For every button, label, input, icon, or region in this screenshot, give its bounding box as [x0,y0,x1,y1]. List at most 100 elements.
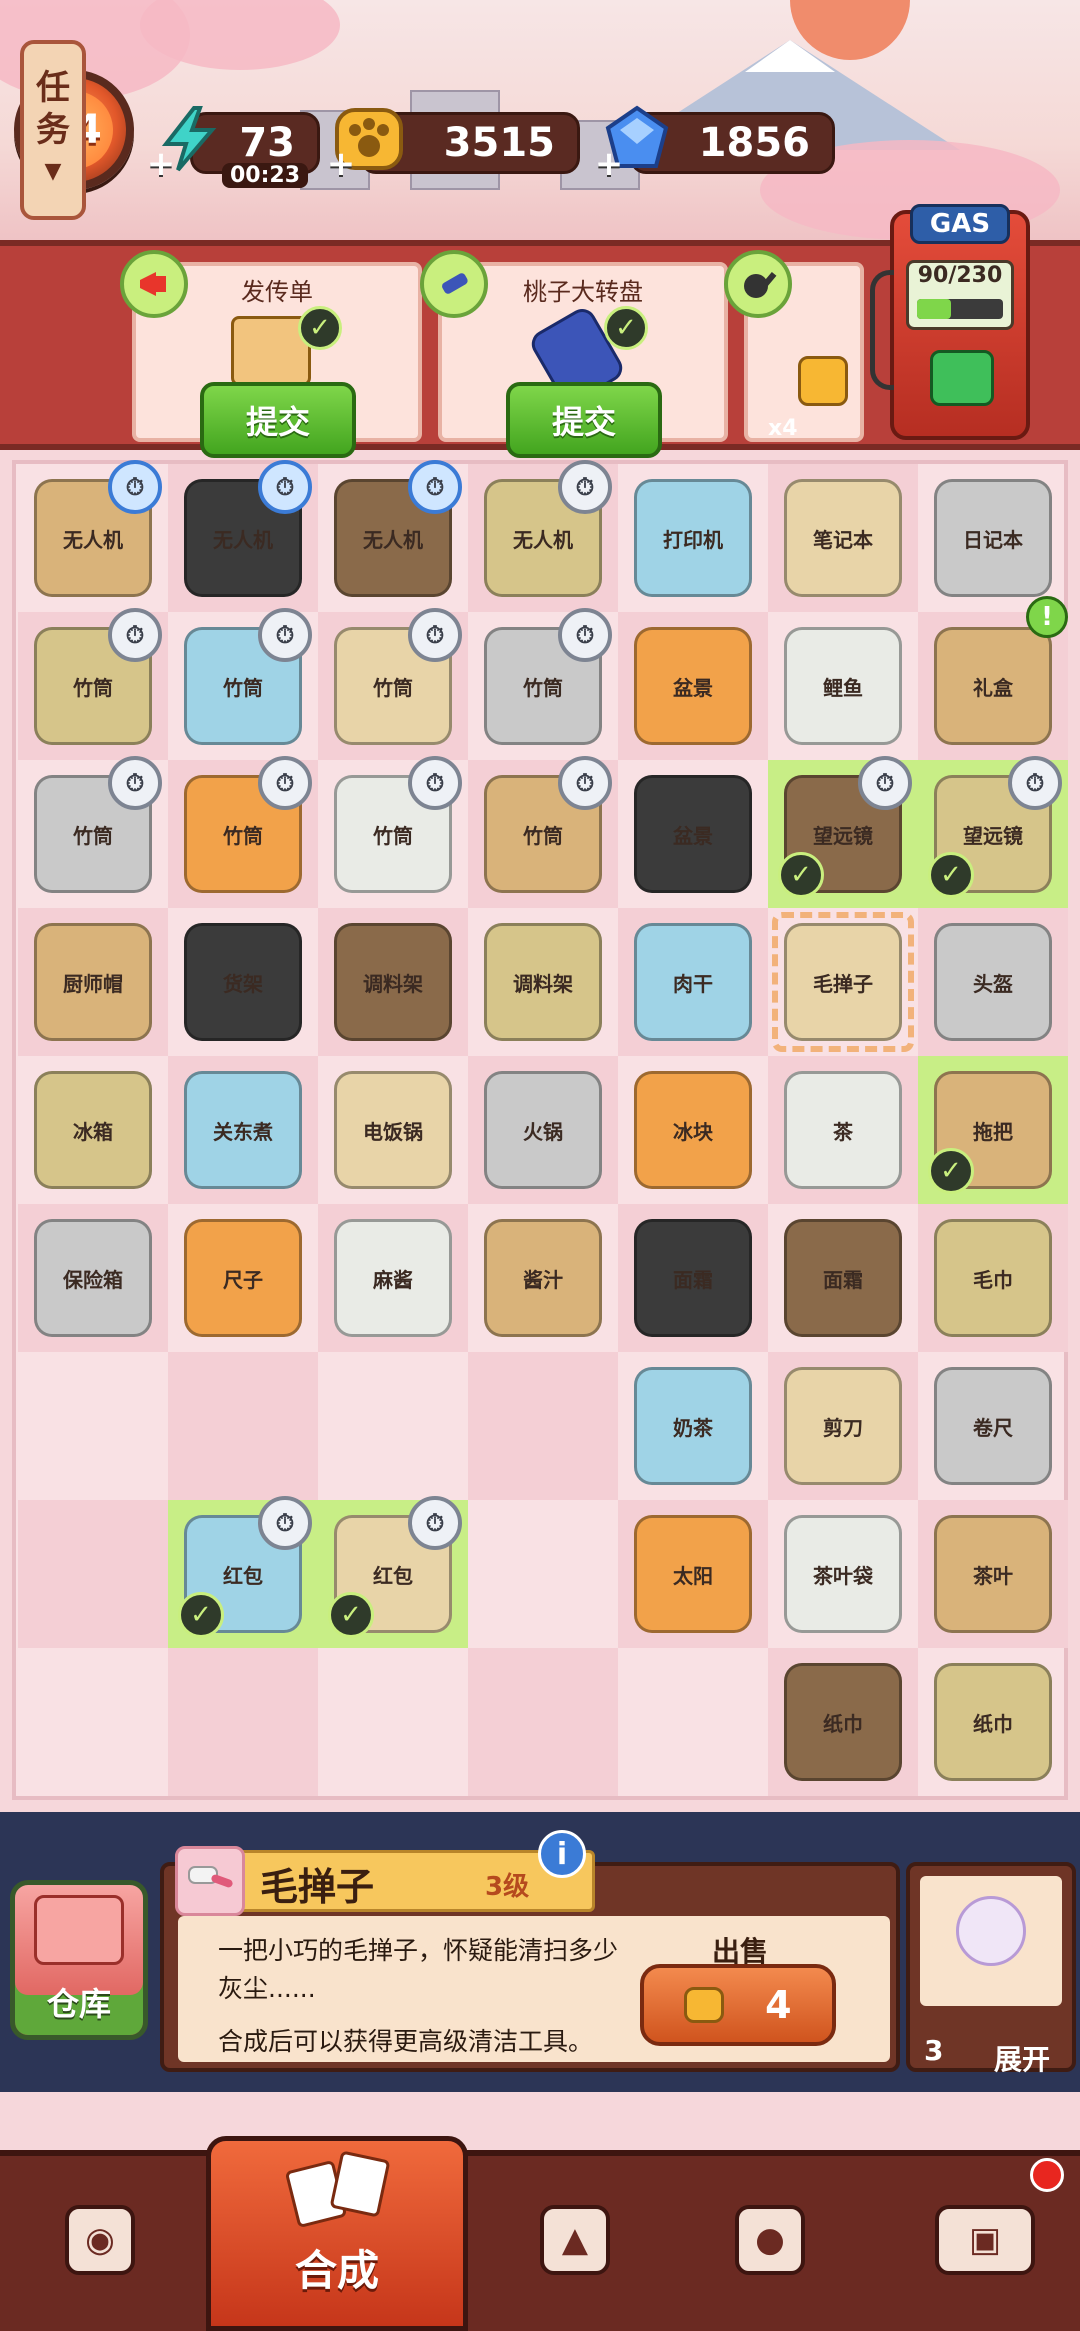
tasks-tab[interactable]: 任 务 ▼ [20,40,86,220]
board-cell[interactable]: 关东煮 [168,1056,318,1204]
board-cell[interactable]: 红包 ⏱ ✓ [168,1496,318,1648]
board-item[interactable]: 纸巾 [934,1663,1052,1781]
task-submit-button[interactable]: 提交 [506,382,662,458]
board-item[interactable]: 日记本 [934,479,1052,597]
board-cell[interactable]: 冰块 [618,1056,768,1204]
board-item[interactable]: 麻酱 [334,1219,452,1337]
board-cell[interactable]: 卷尺 [918,1352,1068,1500]
board-item[interactable]: 电饭锅 [334,1071,452,1189]
board-cell[interactable]: 无人机 ⏱ [168,460,318,612]
board-item[interactable]: 卷尺 [934,1367,1052,1485]
board-cell[interactable]: 无人机 ⏱ [468,460,618,612]
board-cell[interactable] [168,1648,318,1796]
board-cell[interactable]: 盆景 [618,612,768,760]
board-cell[interactable] [168,1352,318,1500]
board-cell[interactable]: 保险箱 [18,1204,168,1352]
board-cell[interactable]: 茶叶 [918,1500,1068,1648]
board-cell[interactable]: 竹筒 ⏱ [18,608,168,760]
board-item[interactable]: 货架 [184,923,302,1041]
board-cell[interactable]: 尺子 [168,1204,318,1352]
board-cell[interactable]: 火锅 [468,1056,618,1204]
board-cell[interactable]: 面霜 [618,1204,768,1352]
board-cell[interactable]: 望远镜 ⏱ ✓ [768,756,918,908]
board-cell[interactable]: 竹筒 ⏱ [318,608,468,760]
board-item[interactable]: 冰块 [634,1071,752,1189]
board-cell[interactable]: 头盔 [918,908,1068,1056]
board-cell[interactable]: 冰箱 [18,1056,168,1204]
nav-shop[interactable]: ◉ [35,2180,165,2300]
board-cell[interactable]: 剪刀 [768,1352,918,1500]
board-cell[interactable]: 调料架 [468,908,618,1056]
board-cell[interactable]: 纸巾 [768,1648,918,1796]
board-item[interactable]: 打印机 [634,479,752,597]
board-cell[interactable] [468,1500,618,1648]
info-icon[interactable]: i [538,1830,586,1878]
board-cell[interactable]: 货架 [168,908,318,1056]
board-item[interactable]: 面霜 [784,1219,902,1337]
board-cell[interactable] [318,1352,468,1500]
board-cell[interactable]: 笔记本 [768,464,918,612]
board-cell[interactable]: 酱汁 [468,1204,618,1352]
board-cell[interactable] [468,1648,618,1796]
gas-pump[interactable]: GAS 90/230 [870,200,1040,440]
board-item[interactable]: 剪刀 [784,1367,902,1485]
board-item[interactable]: 尺子 [184,1219,302,1337]
board-item[interactable]: 笔记本 [784,479,902,597]
board-item[interactable]: 关东煮 [184,1071,302,1189]
board-item[interactable]: 头盔 [934,923,1052,1041]
board-item[interactable]: 盆景 [634,775,752,893]
board-item[interactable]: 太阳 [634,1515,752,1633]
board-cell[interactable]: 竹筒 ⏱ [168,756,318,908]
board-item[interactable]: 保险箱 [34,1219,152,1337]
nav-service[interactable]: ▲ [510,2180,640,2300]
board-cell[interactable]: 肉干 [618,908,768,1056]
sell-button[interactable]: 4 [640,1964,836,2046]
board-cell[interactable]: 竹筒 ⏱ [468,608,618,760]
board-cell[interactable]: 竹筒 ⏱ [318,756,468,908]
board-cell[interactable]: 麻酱 [318,1204,468,1352]
board-cell[interactable]: 鲤鱼 [768,612,918,760]
nav-merge[interactable]: 合成 [206,2136,468,2331]
task-submit-button[interactable]: 提交 [200,382,356,458]
board-cell[interactable]: 调料架 [318,908,468,1056]
board-cell[interactable]: 竹筒 ⏱ [468,756,618,908]
board-cell[interactable] [468,1352,618,1500]
board-item[interactable]: 礼盒 [934,627,1052,745]
board-cell[interactable]: 日记本 [918,464,1068,612]
board-cell[interactable]: 无人机 ⏱ [18,460,168,612]
board-item[interactable]: 盆景 [634,627,752,745]
board-cell[interactable]: 茶 [768,1056,918,1204]
board-item[interactable]: 茶叶袋 [784,1515,902,1633]
board-item[interactable]: 茶 [784,1071,902,1189]
board-item[interactable]: 纸巾 [784,1663,902,1781]
board-cell[interactable]: 奶茶 [618,1352,768,1500]
board-cell[interactable]: 望远镜 ⏱ ✓ [918,756,1068,908]
board-cell[interactable]: 茶叶袋 [768,1500,918,1648]
storage-button[interactable]: 仓库 [10,1880,148,2040]
board-cell[interactable]: 面霜 [768,1204,918,1352]
board-cell[interactable]: 太阳 [618,1500,768,1648]
board-item[interactable]: 调料架 [334,923,452,1041]
board-item[interactable]: 酱汁 [484,1219,602,1337]
board-item[interactable]: 毛巾 [934,1219,1052,1337]
board-cell[interactable]: 无人机 ⏱ [318,460,468,612]
board-item[interactable]: 鲤鱼 [784,627,902,745]
board-cell[interactable]: 电饭锅 [318,1056,468,1204]
board-cell[interactable]: 竹筒 ⏱ [18,756,168,908]
board-cell[interactable] [618,1648,768,1796]
board-item[interactable]: 火锅 [484,1071,602,1189]
board-cell[interactable] [18,1352,168,1500]
board-cell[interactable] [18,1648,168,1796]
board-cell[interactable]: 盆景 [618,760,768,908]
board-cell[interactable]: 礼盒! [918,596,1068,760]
nav-bus[interactable]: ▣ [920,2180,1050,2300]
board-item[interactable]: 调料架 [484,923,602,1041]
board-cell[interactable]: 红包 ⏱ ✓ [318,1496,468,1648]
board-cell[interactable] [318,1648,468,1796]
board-item[interactable]: 肉干 [634,923,752,1041]
board-cell[interactable]: 毛巾 [918,1204,1068,1352]
board-item[interactable]: 茶叶 [934,1515,1052,1633]
board-item[interactable]: 奶茶 [634,1367,752,1485]
board-cell[interactable]: 厨师帽 [18,908,168,1056]
board-cell[interactable]: 打印机 [618,464,768,612]
